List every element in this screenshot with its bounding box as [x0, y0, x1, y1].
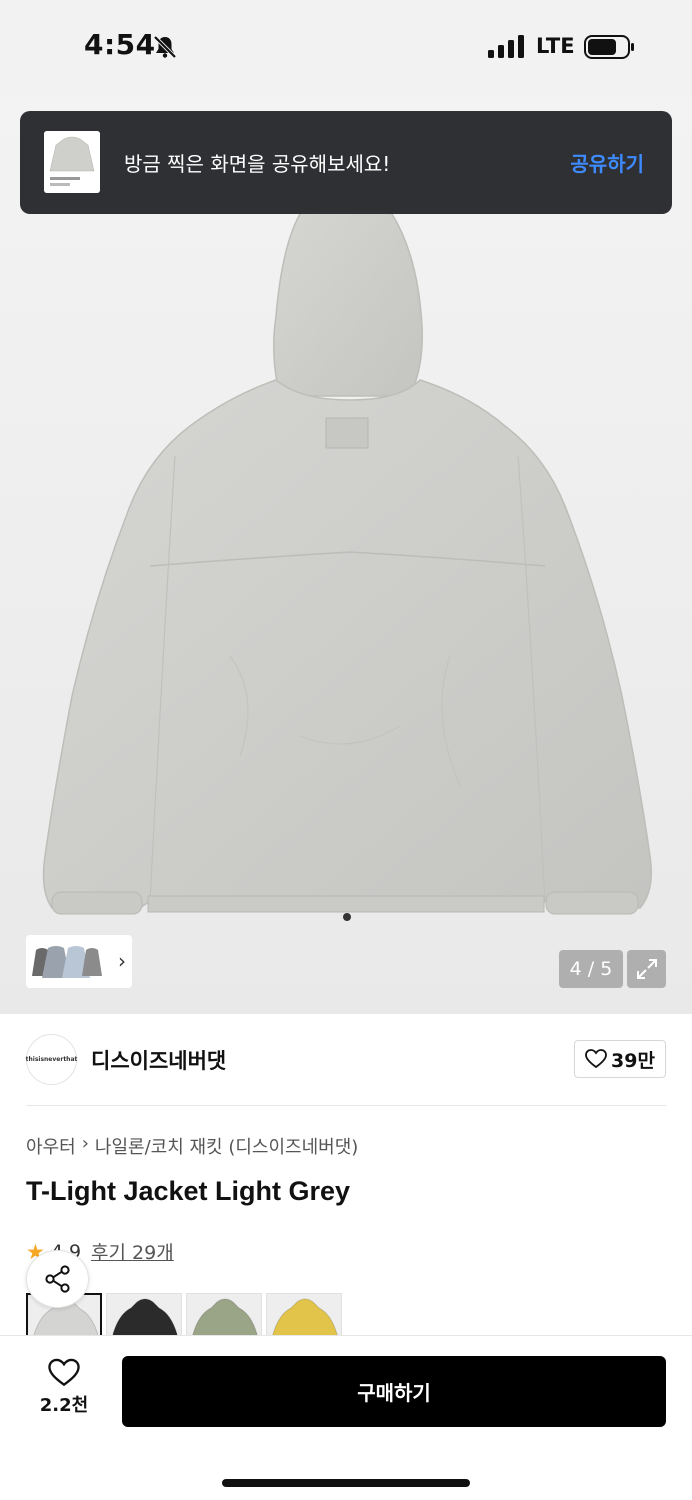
home-indicator	[222, 1479, 470, 1487]
battery-icon	[584, 35, 634, 59]
bell-muted-icon	[153, 35, 177, 59]
chevron-right-icon: ›	[118, 949, 126, 973]
breadcrumb: 아우터 › 나일론/코치 재킷 (디스이즈네버댓)	[26, 1133, 358, 1159]
toast-message: 방금 찍은 화면을 공유해보세요!	[124, 152, 391, 176]
brand-logo[interactable]: thisisneverthat	[26, 1034, 77, 1085]
color-thumbnail-strip[interactable]: ›	[26, 935, 132, 988]
wishlist-button[interactable]: 2.2천	[26, 1358, 102, 1428]
brand-like-count: 39만	[611, 1049, 655, 1072]
color-swatch[interactable]	[266, 1293, 342, 1336]
brand-like-button[interactable]: 39만	[574, 1040, 666, 1078]
breadcrumb-subcategory[interactable]: 나일론/코치 재킷 (디스이즈네버댓)	[95, 1133, 358, 1159]
heart-icon	[585, 1049, 607, 1069]
bottom-bar: 2.2천 구매하기	[0, 1335, 692, 1500]
network-label: LTE	[536, 34, 575, 58]
expand-button[interactable]	[627, 950, 666, 988]
status-bar: 4:54 LTE	[0, 0, 692, 96]
screenshot-thumbnail	[44, 131, 100, 193]
jacket-thumbnail	[112, 1298, 178, 1336]
product-title: T-Light Jacket Light Grey	[26, 1176, 351, 1206]
divider	[26, 1105, 666, 1106]
breadcrumb-category[interactable]: 아우터	[26, 1133, 76, 1159]
color-swatch[interactable]	[106, 1293, 182, 1336]
signal-icon	[488, 35, 524, 58]
page-counter: 4 / 5	[559, 950, 623, 988]
share-now-button[interactable]: 공유하기	[570, 148, 644, 177]
thumbnail-preview	[32, 945, 102, 978]
expand-icon	[636, 959, 657, 979]
share-toast: 방금 찍은 화면을 공유해보세요! 공유하기	[20, 111, 672, 214]
share-button[interactable]	[26, 1250, 89, 1308]
wishlist-count: 2.2천	[39, 1395, 89, 1416]
color-swatch[interactable]	[186, 1293, 262, 1336]
reviews-link[interactable]: 후기 29개	[91, 1238, 174, 1265]
share-icon	[44, 1265, 70, 1293]
heart-icon	[48, 1358, 80, 1387]
buy-button[interactable]: 구매하기	[122, 1356, 666, 1427]
brand-name[interactable]: 디스이즈네버댓	[91, 1045, 226, 1075]
breadcrumb-separator-icon: ›	[81, 1133, 89, 1154]
status-time: 4:54	[84, 28, 156, 61]
jacket-thumbnail	[192, 1298, 258, 1336]
jacket-thumbnail	[272, 1298, 338, 1336]
product-image[interactable]	[0, 96, 692, 1014]
jacket-image	[0, 96, 692, 1014]
